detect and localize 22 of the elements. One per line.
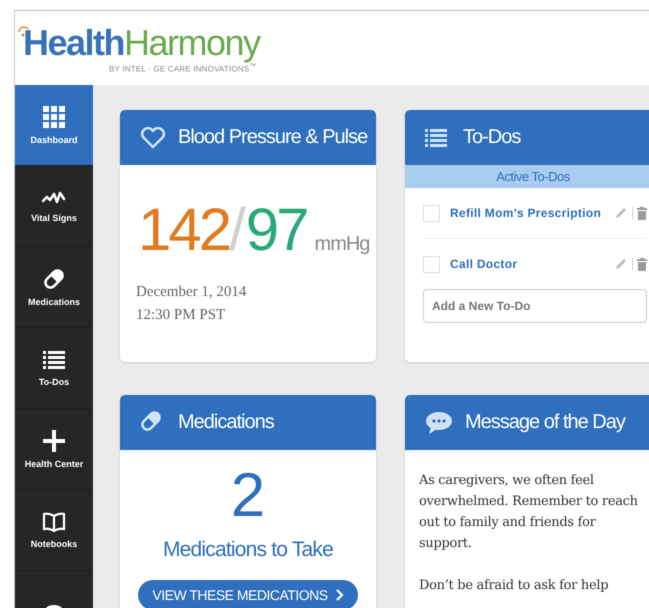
active-todos-bar: Active To-Dos xyxy=(405,165,649,188)
view-medications-button[interactable]: VIEW THESE MEDICATIONS xyxy=(138,580,358,608)
diastolic-value: 97 xyxy=(246,195,307,264)
message-paragraph: Don’t be afraid to ask for help xyxy=(419,577,610,595)
logo-wordmark: HealthHarmony xyxy=(23,22,260,63)
reading-date: December 1, 2014 xyxy=(136,284,248,301)
sidebar-item[interactable]: Dashboard xyxy=(15,85,93,166)
card-title: Message of the Day xyxy=(465,411,625,434)
card-title: Medications xyxy=(178,411,274,434)
medication-count: 2 xyxy=(230,460,266,532)
logo-tagline: BY INTEL · GE CARE INNOVATIONS$^{™}$ xyxy=(109,62,258,74)
card-title: To-Dos xyxy=(463,126,520,149)
medications-caption: Medications to Take xyxy=(162,538,334,562)
todo-text[interactable]: Call Doctor xyxy=(450,257,604,271)
message-paragraph: As caregivers, we often feel overwhelmed. Remember to reach out to family and friends for support. xyxy=(419,472,639,553)
unit-label: mmHg xyxy=(314,233,370,256)
separator: / xyxy=(229,195,246,264)
todo-text[interactable]: Refill Mom’s Prescription xyxy=(450,206,604,220)
card-title: Blood Pressure & Pulse xyxy=(178,126,368,149)
systolic-value: 142 xyxy=(138,195,230,264)
reading-time: 12:30 PM PST xyxy=(136,307,226,324)
new-todo-field[interactable]: Add a New To-Do xyxy=(423,289,647,323)
